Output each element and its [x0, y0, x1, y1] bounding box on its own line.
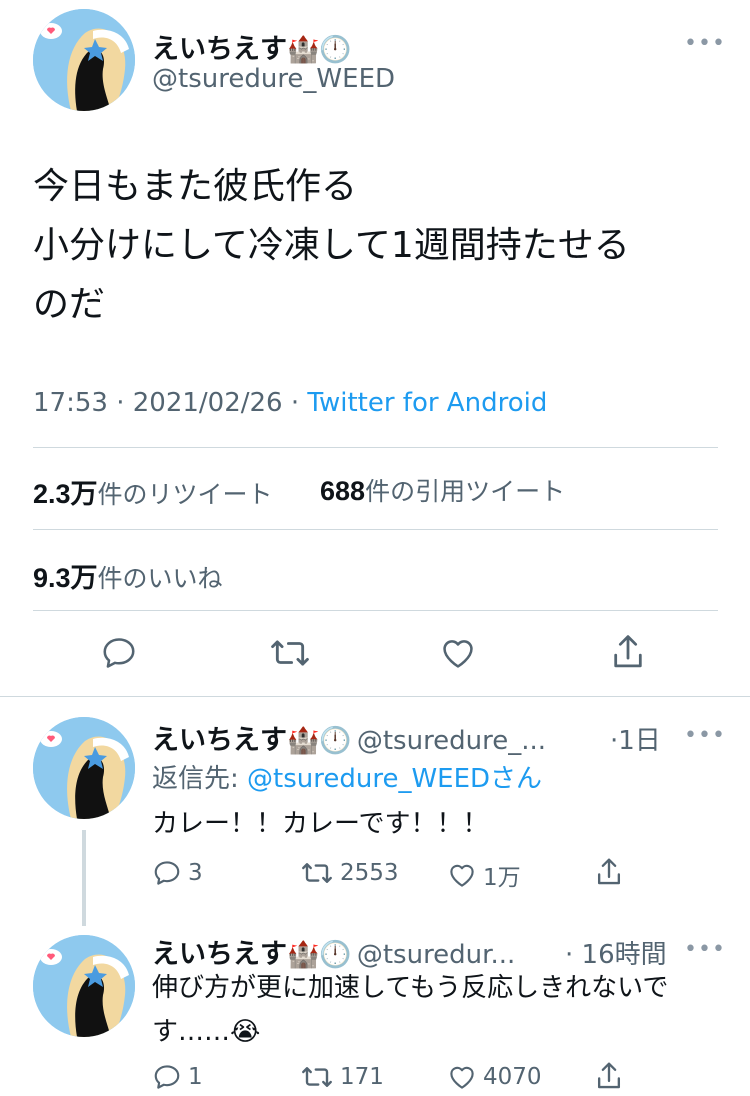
like-count: 1万: [483, 865, 521, 891]
retweet-icon: [302, 1067, 332, 1087]
castle-icon: 🏰: [287, 726, 320, 756]
tweet-time[interactable]: 17:53: [33, 388, 108, 418]
like-stats[interactable]: 9.3万件のいいね: [33, 556, 223, 595]
more-options-icon[interactable]: •••: [684, 31, 726, 56]
castle-icon: 🏰: [287, 35, 320, 65]
user-handle[interactable]: @tsuredure_...: [357, 726, 546, 756]
like-label: 件のいいね: [97, 564, 223, 593]
retweet-count: 2553: [340, 860, 399, 886]
retweet-icon: [302, 863, 332, 883]
avatar[interactable]: [33, 9, 135, 111]
quote-count: 688: [320, 476, 366, 506]
divider: [33, 447, 718, 448]
like-count: 9.3万: [33, 563, 98, 593]
reply-count: 1: [188, 1064, 203, 1090]
share-icon: [597, 858, 621, 885]
quote-stats[interactable]: 688件の引用ツイート: [320, 472, 565, 508]
display-name[interactable]: えいちえす🏰🕛: [152, 27, 352, 66]
tweet-source-link[interactable]: Twitter for Android: [307, 388, 547, 418]
share-icon: [614, 635, 642, 668]
like-count: 4070: [483, 1064, 542, 1090]
retweet-label: 件のリツイート: [97, 480, 273, 509]
thread-line: [82, 830, 86, 926]
tweet-text-line: 小分けにして冷凍して1週間持たせる: [33, 225, 630, 266]
like-button[interactable]: 4070: [447, 1062, 542, 1092]
user-handle[interactable]: @tsuredure_WEED: [152, 64, 395, 94]
reply-text-line: す……😭: [152, 1010, 668, 1054]
replying-suffix: さん: [490, 764, 543, 794]
reply-time[interactable]: ·1日: [610, 720, 661, 757]
heart-icon: [443, 640, 473, 668]
reply-text-line: 伸び方が更に加速してもう反応しきれないで: [152, 973, 669, 1003]
replying-handle-link[interactable]: @tsuredure_WEED: [247, 764, 490, 794]
separator: ·: [290, 388, 300, 418]
display-name-text: えいちえす: [152, 34, 287, 65]
more-options-icon[interactable]: •••: [684, 937, 726, 962]
replying-to: 返信先: @tsuredure_WEEDさん: [152, 758, 542, 795]
tweet-text: 今日もまた彼氏作る 小分けにして冷凍して1週間持たせる のだ: [33, 157, 630, 334]
divider: [0, 696, 750, 697]
share-button[interactable]: [594, 1060, 624, 1096]
quote-label: 件の引用ツイート: [365, 477, 566, 506]
tweet-date[interactable]: 2021/02/26: [133, 388, 283, 418]
heart-icon: [450, 1066, 474, 1089]
reply-text-line2: す……: [152, 1017, 231, 1047]
display-name[interactable]: えいちえす: [152, 725, 287, 756]
reply-count: 3: [188, 860, 203, 886]
avatar[interactable]: [33, 717, 135, 819]
separator: ·: [116, 388, 125, 418]
retweet-button[interactable]: 2553: [300, 858, 399, 888]
retweet-count: 2.3万: [33, 479, 98, 509]
reply-text: カレー！！カレーです！！！: [152, 809, 489, 839]
tweet-meta: 17:53 · 2021/02/26 · Twitter for Android: [33, 388, 547, 418]
retweet-stats[interactable]: 2.3万件のリツイート: [33, 472, 273, 511]
retweet-button[interactable]: 171: [300, 1062, 384, 1092]
tweet-text-line: 今日もまた彼氏作る: [33, 166, 358, 207]
crying-face-icon: 😭: [230, 1017, 261, 1047]
retweet-count: 171: [340, 1064, 384, 1090]
heart-icon: [450, 864, 474, 887]
retweet-icon: [271, 640, 309, 666]
clock-icon: 🕛: [319, 726, 352, 756]
reply-header: えいちえす🏰🕛 @tsuredure_...: [152, 718, 546, 757]
more-options-icon[interactable]: •••: [684, 723, 726, 748]
share-button[interactable]: [594, 856, 624, 892]
replying-prefix: 返信先:: [152, 764, 248, 794]
clock-icon: 🕛: [319, 35, 352, 65]
reply-button[interactable]: [100, 634, 138, 676]
reply-button[interactable]: 3: [152, 858, 203, 888]
divider: [33, 529, 718, 530]
reply-icon: [154, 861, 180, 885]
like-button[interactable]: [439, 634, 477, 676]
share-button[interactable]: [609, 632, 647, 676]
reply-icon: [103, 638, 135, 668]
avatar[interactable]: [33, 935, 135, 1037]
share-icon: [597, 1062, 621, 1089]
reply-text: 伸び方が更に加速してもう反応しきれないで す……😭: [152, 966, 668, 1054]
divider: [33, 610, 718, 611]
retweet-button[interactable]: [269, 634, 311, 676]
like-button[interactable]: 1万: [447, 858, 521, 892]
tweet-text-line: のだ: [33, 284, 106, 325]
reply-button[interactable]: 1: [152, 1062, 203, 1092]
reply-icon: [154, 1065, 180, 1089]
